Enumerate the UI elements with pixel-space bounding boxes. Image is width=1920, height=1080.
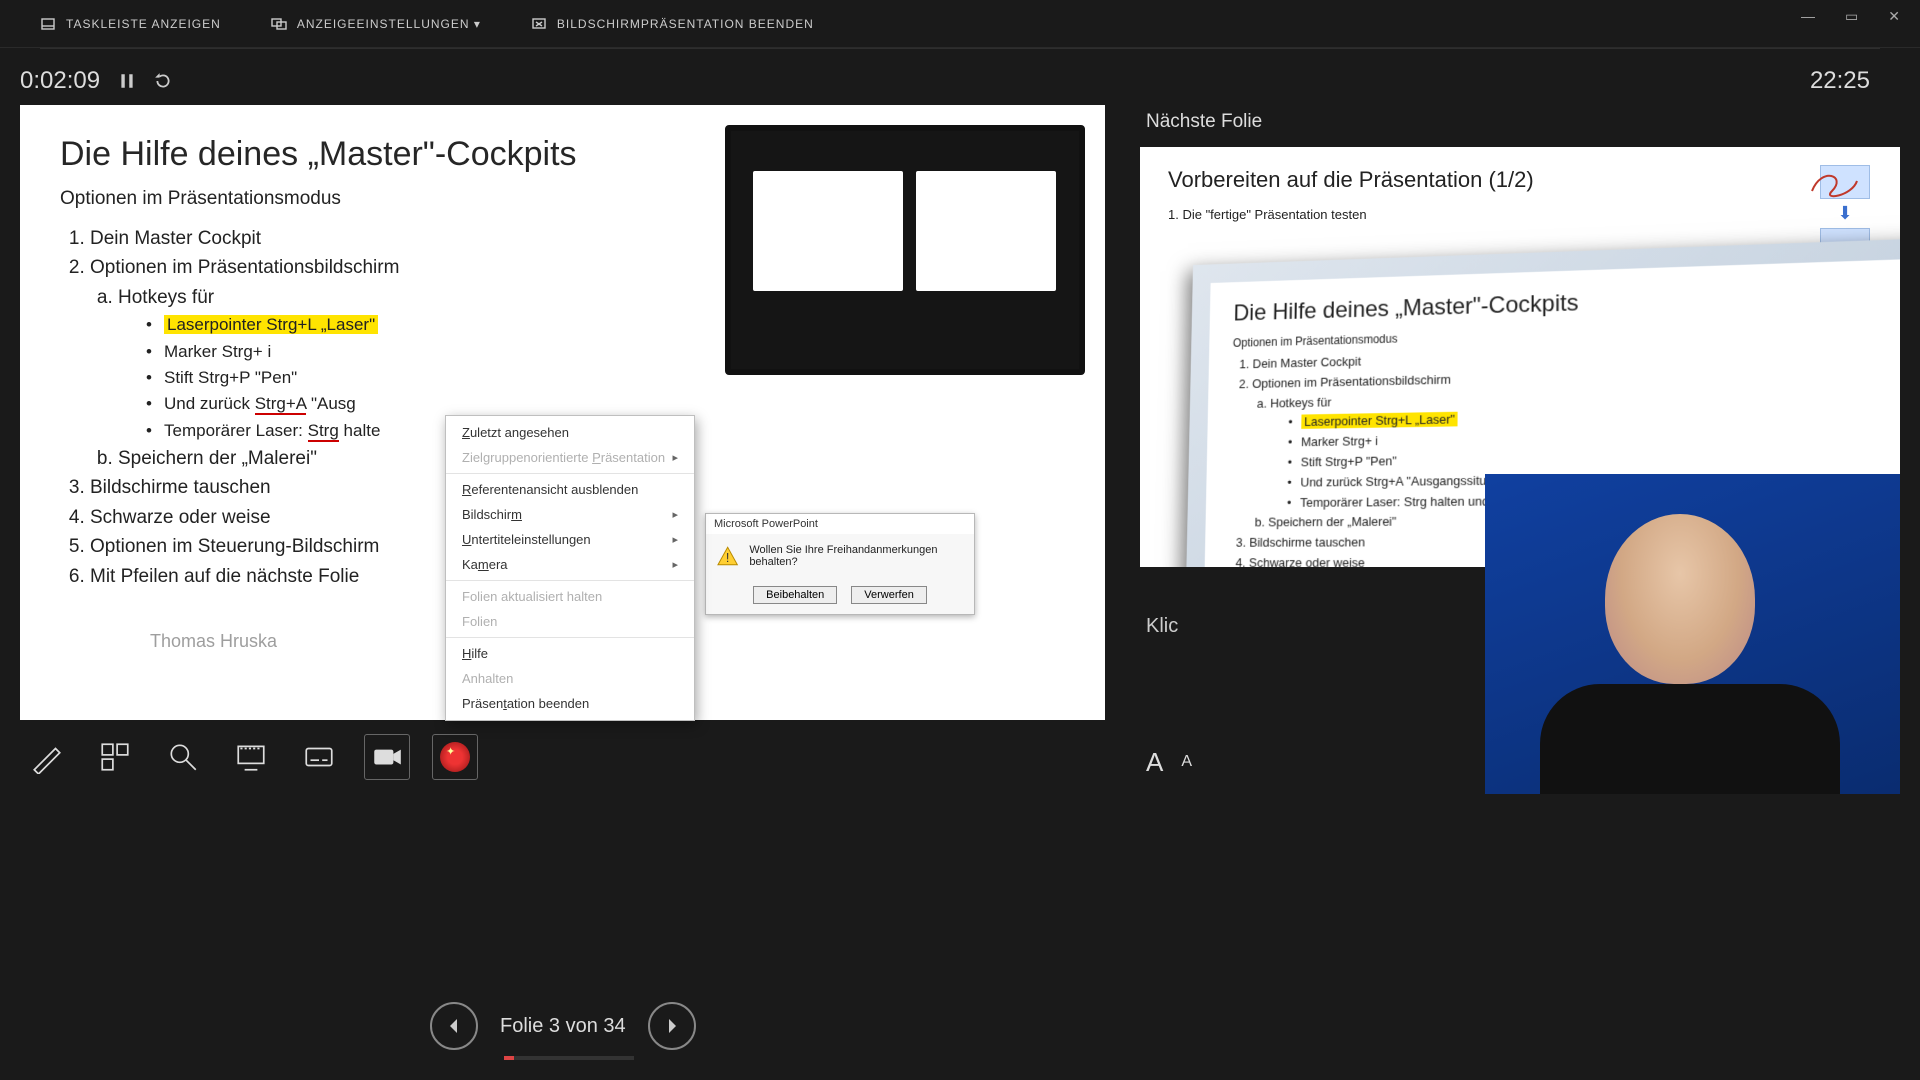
show-taskbar-label: TASKLEISTE ANZEIGEN [66, 17, 221, 31]
record-button[interactable] [432, 734, 478, 780]
minimize-button[interactable]: — [1801, 8, 1815, 25]
dialog-message: Wollen Sie Ihre Freihandanmerkungen beha… [749, 544, 964, 568]
hotkey-line: Und zurück Strg+A "Ausg [146, 391, 1065, 417]
ctx-keep-updated: Folien aktualisiert halten [446, 584, 694, 609]
reset-timer-button[interactable] [154, 72, 172, 90]
svg-text:!: ! [726, 551, 730, 565]
ctx-subtitles[interactable]: Untertiteleinstellungen▸ [446, 527, 694, 552]
ctx-help[interactable]: Hilfe [446, 641, 694, 666]
slide-monitor-graphic [725, 125, 1085, 375]
keep-ink-dialog: Microsoft PowerPoint ! Wollen Sie Ihre F… [705, 513, 975, 615]
dialog-title: Microsoft PowerPoint [706, 514, 974, 534]
see-all-slides-button[interactable] [92, 734, 138, 780]
maximize-button[interactable]: ▭ [1845, 8, 1858, 25]
show-taskbar-button[interactable]: TASKLEISTE ANZEIGEN [40, 16, 221, 32]
slide-nav: Folie 3 von 34 [430, 1002, 696, 1050]
display-icon [271, 16, 287, 32]
dialog-keep-button[interactable]: Beibehalten [753, 586, 837, 604]
next-slide-line: 1. Die "fertige" Präsentation testen [1168, 207, 1872, 222]
ctx-folien: Folien [446, 609, 694, 634]
dialog-discard-button[interactable]: Verwerfen [851, 586, 927, 604]
ctx-end[interactable]: Präsentation beenden [446, 691, 694, 716]
next-slide-heading: Nächste Folie [1146, 111, 1900, 133]
presenter-topbar: TASKLEISTE ANZEIGEN ANZEIGEEINSTELLUNGEN… [0, 0, 1920, 48]
notes-placeholder: Klic [1146, 615, 1178, 638]
slide-counter: Folie 3 von 34 [500, 1015, 626, 1038]
black-screen-button[interactable] [228, 734, 274, 780]
record-icon [440, 742, 470, 772]
next-slide-title: Vorbereiten auf die Präsentation (1/2) [1168, 167, 1872, 193]
next-slide-button[interactable] [648, 1002, 696, 1050]
ctx-pause: Anhalten [446, 666, 694, 691]
close-button[interactable]: ✕ [1888, 8, 1900, 25]
font-increase-button[interactable]: A [1146, 747, 1163, 778]
display-settings-label: ANZEIGEEINSTELLUNGEN ▾ [297, 17, 481, 31]
subtitle-button[interactable] [296, 734, 342, 780]
display-settings-button[interactable]: ANZEIGEEINSTELLUNGEN ▾ [271, 16, 481, 32]
ctx-hide-presenter[interactable]: Referentenansicht ausblenden [446, 477, 694, 502]
end-show-button[interactable]: BILDSCHIRMPRÄSENTATION BEENDEN [531, 16, 814, 32]
taskbar-icon [40, 16, 56, 32]
pause-timer-button[interactable] [118, 72, 136, 90]
end-show-label: BILDSCHIRMPRÄSENTATION BEENDEN [557, 17, 814, 31]
context-menu: Zuletzt angesehen Zielgruppenorientierte… [445, 415, 695, 721]
ctx-audience: Zielgruppenorientierte Präsentation▸ [446, 445, 694, 470]
prev-slide-button[interactable] [430, 1002, 478, 1050]
warning-icon: ! [716, 544, 739, 570]
end-icon [531, 16, 547, 32]
slide-progress [504, 1056, 634, 1060]
font-decrease-button[interactable]: A [1181, 753, 1192, 784]
ctx-last-viewed[interactable]: Zuletzt angesehen [446, 420, 694, 445]
pen-tool-button[interactable] [24, 734, 70, 780]
font-size-controls: A A [1146, 747, 1192, 778]
camera-pip[interactable] [1485, 474, 1900, 794]
elapsed-time: 0:02:09 [20, 67, 100, 95]
ctx-camera[interactable]: Kamera▸ [446, 552, 694, 577]
presenter-tools [20, 720, 1110, 794]
camera-button[interactable] [364, 734, 410, 780]
ctx-screen[interactable]: Bildschirm▸ [446, 502, 694, 527]
timer-row: 0:02:09 22:25 [0, 49, 1920, 105]
wall-clock: 22:25 [1810, 67, 1870, 95]
zoom-tool-button[interactable] [160, 734, 206, 780]
